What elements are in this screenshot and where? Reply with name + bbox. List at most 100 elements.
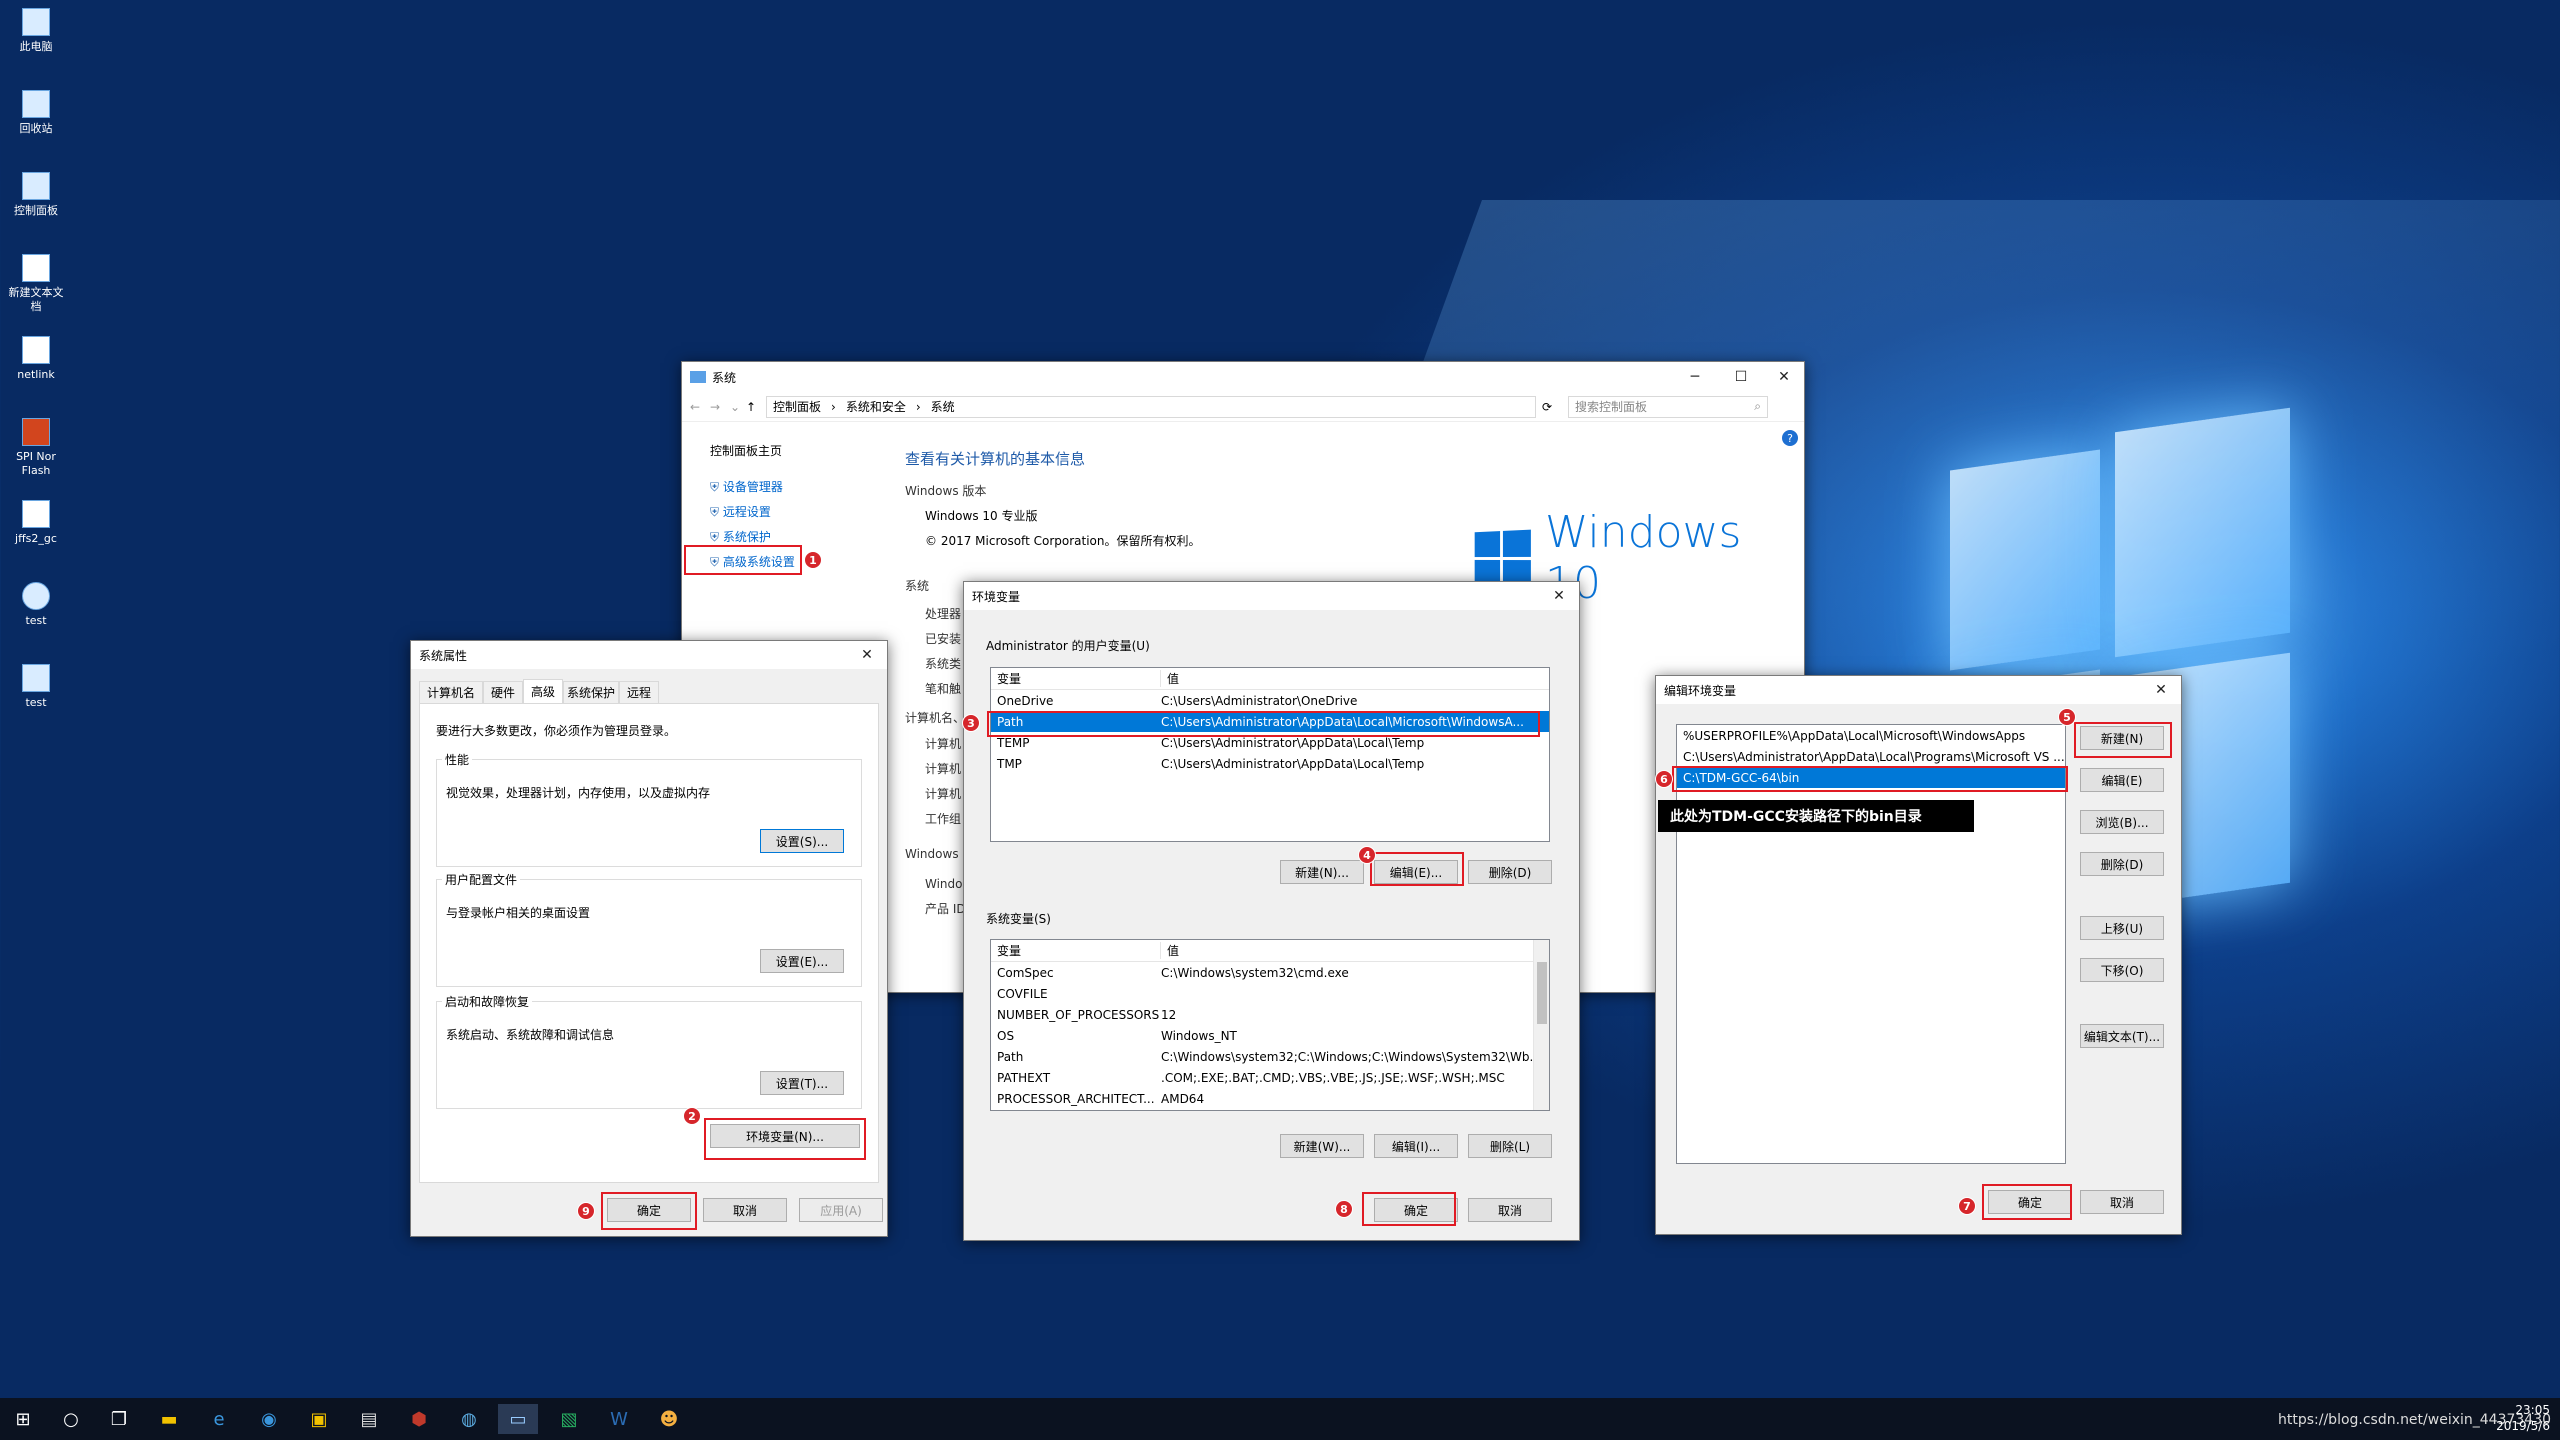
desktop-icon-test-1[interactable]: test: [8, 582, 64, 628]
list-item[interactable]: %USERPROFILE%\AppData\Local\Microsoft\Wi…: [1677, 725, 2065, 746]
profile-desc: 与登录帐户相关的桌面设置: [446, 906, 591, 920]
system-edit-button[interactable]: 编辑(I)...: [1374, 1134, 1458, 1158]
start-button[interactable]: ⊞: [8, 1404, 38, 1434]
user-new-button[interactable]: 新建(N)...: [1280, 860, 1364, 884]
delete-button[interactable]: 删除(D): [2080, 852, 2164, 876]
up-arrow-icon[interactable]: ↑: [746, 400, 766, 414]
app-icon[interactable]: ⬢: [404, 1404, 434, 1434]
sysprop-titlebar[interactable]: 系统属性 ✕: [411, 641, 887, 669]
tab-advanced[interactable]: 高级: [523, 679, 563, 703]
edit-text-button[interactable]: 编辑文本(T)...: [2080, 1024, 2164, 1048]
system-new-button[interactable]: 新建(W)...: [1280, 1134, 1364, 1158]
list-item[interactable]: OneDrive C:\Users\Administrator\OneDrive: [991, 690, 1549, 711]
cancel-button[interactable]: 取消: [2080, 1190, 2164, 1214]
step-badge-9: 9: [577, 1202, 595, 1220]
profile-settings-button[interactable]: 设置(E)...: [760, 949, 844, 973]
file-explorer-icon[interactable]: ▬: [154, 1404, 184, 1434]
sidebar-item-device-manager[interactable]: ⛨ 设备管理器: [710, 478, 783, 495]
list-item[interactable]: NUMBER_OF_PROCESSORS 12: [991, 1004, 1549, 1025]
help-icon[interactable]: ?: [1782, 430, 1798, 446]
shortcut-icon: [22, 582, 50, 610]
windows-logo-text: Windows 10: [1545, 507, 1742, 609]
app-icon[interactable]: ◍: [454, 1404, 484, 1434]
close-button[interactable]: ✕: [1764, 362, 1804, 392]
edit-env-titlebar[interactable]: 编辑环境变量 ✕: [1656, 676, 2181, 704]
tab-remote[interactable]: 远程: [619, 681, 659, 703]
sidebar-item-protection[interactable]: ⛨ 系统保护: [710, 528, 771, 545]
desktop-icon-control-panel[interactable]: 控制面板: [8, 172, 64, 218]
desktop-icon-recycle-bin[interactable]: 回收站: [8, 90, 64, 136]
sidebar-home[interactable]: 控制面板主页: [710, 442, 782, 459]
sidebar-item-remote[interactable]: ⛨ 远程设置: [710, 503, 771, 520]
env-titlebar[interactable]: 环境变量 ✕: [964, 582, 1579, 610]
edit-button[interactable]: 编辑(E): [2080, 768, 2164, 792]
user-variables-list[interactable]: 变量值 OneDrive C:\Users\Administrator\OneDr…: [990, 667, 1550, 842]
search-circle-icon[interactable]: ○: [56, 1404, 86, 1434]
step-badge-1: 1: [804, 551, 822, 569]
maximize-button[interactable]: ☐: [1718, 362, 1764, 392]
back-arrow-icon[interactable]: ←: [690, 400, 710, 414]
system-labels: 处理器 已安装 系统类 笔和触: [925, 607, 962, 696]
word-icon[interactable]: W: [604, 1404, 634, 1434]
desktop-icon-new-text[interactable]: 新建文本文档: [8, 254, 64, 314]
system-window-titlebar[interactable]: 系统 ─ ☐ ✕: [682, 362, 1804, 392]
dropdown-arrow-icon[interactable]: ⌄: [730, 400, 746, 414]
user-delete-button[interactable]: 删除(D): [1468, 860, 1552, 884]
system-delete-button[interactable]: 删除(L): [1468, 1134, 1552, 1158]
apply-button[interactable]: 应用(A): [799, 1198, 883, 1222]
edge-icon[interactable]: e: [204, 1404, 234, 1434]
minimize-button[interactable]: ─: [1672, 362, 1718, 392]
move-up-button[interactable]: 上移(U): [2080, 916, 2164, 940]
section-edition: Windows 版本: [905, 484, 987, 498]
computer-labels: 计算机 计算机 计算机 工作组: [925, 737, 962, 826]
performance-desc: 视觉效果，处理器计划，内存使用，以及虚拟内存: [446, 786, 711, 800]
control-panel-taskbar-icon[interactable]: ▭: [498, 1404, 538, 1434]
annotation-box-tdm-entry: [1672, 766, 2068, 792]
app-icon[interactable]: ▤: [354, 1404, 384, 1434]
clock[interactable]: 23:05 2019/5/6: [2490, 1402, 2550, 1434]
list-item[interactable]: PROCESSOR_ARCHITECT... AMD64: [991, 1088, 1549, 1109]
list-item[interactable]: C:\Users\Administrator\AppData\Local\Pro…: [1677, 746, 2065, 767]
list-item[interactable]: COVFILE: [991, 983, 1549, 1004]
desktop-icon-computer[interactable]: 此电脑: [8, 8, 64, 54]
close-button[interactable]: ✕: [1539, 581, 1579, 611]
scrollbar[interactable]: [1533, 940, 1549, 1110]
breadcrumb[interactable]: 控制面板 › 系统和安全 › 系统: [766, 395, 1536, 418]
tab-hardware[interactable]: 硬件: [483, 681, 523, 703]
address-bar-row: ← → ⌄ ↑ 控制面板 › 系统和安全 › 系统 ⟳ 搜索控制面板 ⌕: [682, 392, 1804, 422]
tab-computer-name[interactable]: 计算机名: [419, 681, 483, 703]
annotation-tooltip: 此处为TDM-GCC安装路径下的bin目录: [1658, 800, 1974, 832]
list-item[interactable]: ComSpec C:\Windows\system32\cmd.exe: [991, 962, 1549, 983]
desktop-icon-spi-nor-flash[interactable]: SPI Nor Flash: [8, 418, 64, 478]
app-icon[interactable]: ☻: [654, 1404, 684, 1434]
list-item[interactable]: TMP C:\Users\Administrator\AppData\Local\…: [991, 753, 1549, 774]
desktop-icon-netlink[interactable]: netlink: [8, 336, 64, 382]
cancel-button[interactable]: 取消: [1468, 1198, 1552, 1222]
app-icon[interactable]: ▧: [554, 1404, 584, 1434]
task-view-icon[interactable]: ❐: [104, 1404, 134, 1434]
step-badge-5: 5: [2058, 708, 2076, 726]
browser-icon[interactable]: ◉: [254, 1404, 284, 1434]
refresh-icon[interactable]: ⟳: [1542, 400, 1562, 414]
startup-settings-button[interactable]: 设置(T)...: [760, 1071, 844, 1095]
section-computer: 计算机名、: [905, 711, 966, 725]
desktop-icon-test-2[interactable]: test: [8, 664, 64, 710]
forward-arrow-icon[interactable]: →: [710, 400, 730, 414]
tab-system-protection[interactable]: 系统保护: [563, 681, 619, 703]
desktop-icon-jffs2-gc[interactable]: jffs2_gc: [8, 500, 64, 546]
app-icon[interactable]: ▣: [304, 1404, 334, 1434]
browse-button[interactable]: 浏览(B)...: [2080, 810, 2164, 834]
search-input[interactable]: 搜索控制面板 ⌕: [1568, 395, 1768, 418]
pdf-icon: [22, 418, 50, 446]
cancel-button[interactable]: 取消: [703, 1198, 787, 1222]
recycle-bin-icon: [22, 90, 50, 118]
move-down-button[interactable]: 下移(O): [2080, 958, 2164, 982]
close-button[interactable]: ✕: [2141, 675, 2181, 705]
list-item[interactable]: Path C:\Windows\system32;C:\Windows;C:\Wi…: [991, 1046, 1549, 1067]
performance-settings-button[interactable]: 设置(S)...: [760, 829, 844, 853]
annotation-box-env-button: [704, 1118, 866, 1160]
list-item[interactable]: OS Windows_NT: [991, 1025, 1549, 1046]
system-variables-list[interactable]: 变量值 ComSpec C:\Windows\system32\cmd.exe C…: [990, 939, 1550, 1111]
close-button[interactable]: ✕: [847, 640, 887, 670]
list-item[interactable]: PATHEXT .COM;.EXE;.BAT;.CMD;.VBS;.VBE;.JS…: [991, 1067, 1549, 1088]
